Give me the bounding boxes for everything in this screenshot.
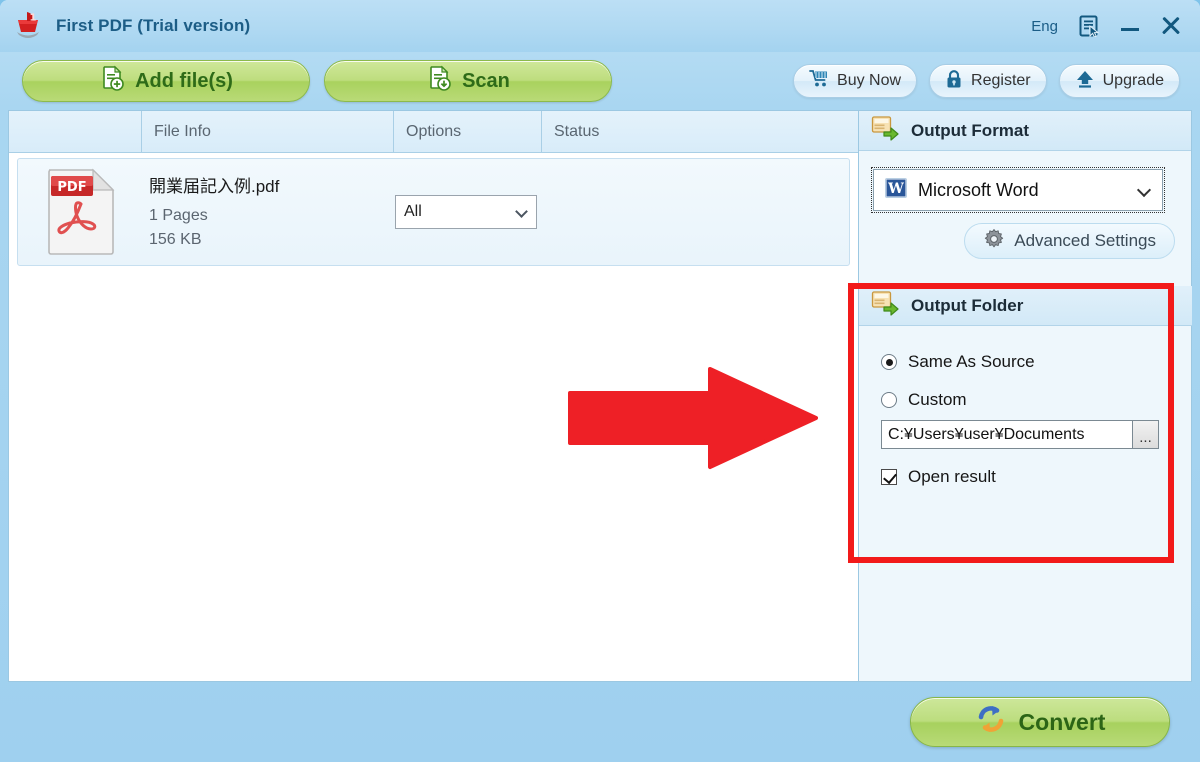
scan-button[interactable]: Scan [324, 60, 612, 102]
radio-custom[interactable]: Custom [881, 390, 1174, 410]
output-format-select[interactable]: W Microsoft Word [871, 167, 1165, 213]
upgrade-label: Upgrade [1102, 72, 1164, 89]
file-info-cell: 開業届記入例.pdf 1 Pages 156 KB [143, 172, 395, 252]
red-arrow-annotation [568, 365, 818, 476]
output-format-title: Output Format [911, 120, 1030, 140]
column-header-options[interactable]: Options [394, 111, 542, 152]
output-path-input[interactable]: C:¥Users¥user¥Documents [881, 420, 1133, 449]
settings-pane: Output Format W Microsoft Word Advanced … [858, 111, 1192, 681]
upgrade-button[interactable]: Upgrade [1058, 64, 1180, 98]
svg-text:PDF: PDF [57, 180, 86, 195]
document-plus-icon [99, 65, 125, 97]
output-folder-icon [871, 290, 899, 321]
column-header-status[interactable]: Status [542, 111, 858, 152]
svg-text:1: 1 [30, 13, 37, 24]
convert-button[interactable]: Convert [910, 697, 1170, 747]
pdf-file-icon: PDF [18, 168, 143, 256]
advanced-settings-row: Advanced Settings [873, 223, 1177, 259]
radio-button-icon[interactable] [881, 354, 897, 370]
register-label: Register [971, 72, 1031, 89]
footer-bar: Convert [0, 682, 1200, 762]
refresh-circular-arrows-icon [975, 703, 1007, 741]
output-format-body: W Microsoft Word Advanced Settings [859, 151, 1191, 269]
up-arrow-icon [1075, 69, 1095, 93]
title-bar-controls: Eng [1031, 15, 1200, 37]
ship-icon: 1 [10, 8, 46, 44]
custom-label: Custom [908, 390, 967, 409]
svg-text:W: W [887, 181, 904, 197]
advanced-settings-button[interactable]: Advanced Settings [964, 223, 1175, 259]
gear-icon [983, 228, 1005, 255]
column-header-icon[interactable] [9, 111, 142, 152]
add-files-button[interactable]: Add file(s) [22, 60, 310, 102]
radio-button-icon[interactable] [881, 392, 897, 408]
toolbar-right-group: Buy Now Register Upgrade [793, 64, 1192, 98]
word-icon: W [884, 176, 908, 205]
file-size: 156 KB [149, 231, 202, 248]
minimize-icon[interactable] [1120, 17, 1140, 35]
chevron-down-icon [1136, 182, 1152, 198]
output-format-value: Microsoft Word [918, 179, 1039, 200]
options-cell: All [395, 195, 543, 229]
document-scan-icon [426, 65, 452, 97]
file-name: 開業届記入例.pdf [149, 177, 280, 196]
table-row[interactable]: PDF 開業届記入例.pdf 1 Pages 156 KB All [17, 158, 850, 266]
radio-same-as-source[interactable]: Same As Source [881, 352, 1174, 372]
main-toolbar: Add file(s) Scan Buy Now Register Upgrad… [8, 52, 1192, 110]
chevron-down-icon [515, 205, 528, 218]
output-folder-body: Same As Source Custom C:¥Users¥user¥Docu… [859, 326, 1192, 511]
output-folder-title: Output Folder [911, 295, 1024, 315]
scan-label: Scan [462, 69, 510, 92]
buy-now-label: Buy Now [837, 72, 902, 89]
add-files-label: Add file(s) [135, 69, 233, 92]
convert-label: Convert [1018, 708, 1106, 735]
shopping-cart-icon [809, 69, 829, 93]
output-format-header: Output Format [859, 111, 1191, 151]
close-icon[interactable] [1160, 15, 1182, 37]
open-result-label: Open result [908, 467, 996, 486]
language-selector[interactable]: Eng [1031, 18, 1058, 35]
buy-now-button[interactable]: Buy Now [793, 64, 918, 98]
file-pages: 1 Pages [149, 207, 208, 224]
output-path-row: C:¥Users¥user¥Documents ... [881, 420, 1174, 449]
same-as-source-label: Same As Source [908, 352, 1035, 371]
document-cursor-icon[interactable] [1078, 15, 1100, 37]
window-title: First PDF (Trial version) [56, 16, 251, 35]
output-folder-section: Output Folder Same As Source Custom C:¥U… [859, 286, 1192, 511]
page-range-value: All [404, 203, 422, 220]
page-range-select[interactable]: All [395, 195, 537, 229]
output-folder-header: Output Folder [859, 286, 1192, 326]
checkbox-icon[interactable] [881, 469, 897, 485]
output-folder-icon [871, 115, 899, 146]
advanced-settings-label: Advanced Settings [1014, 231, 1156, 250]
title-bar: 1 First PDF (Trial version) Eng [0, 0, 1200, 52]
file-list-header: File Info Options Status [9, 111, 858, 153]
open-result-checkbox-row[interactable]: Open result [881, 467, 1174, 487]
register-button[interactable]: Register [929, 64, 1047, 98]
browse-button[interactable]: ... [1132, 420, 1159, 449]
lock-icon [945, 69, 963, 94]
column-header-file-info[interactable]: File Info [142, 111, 394, 152]
